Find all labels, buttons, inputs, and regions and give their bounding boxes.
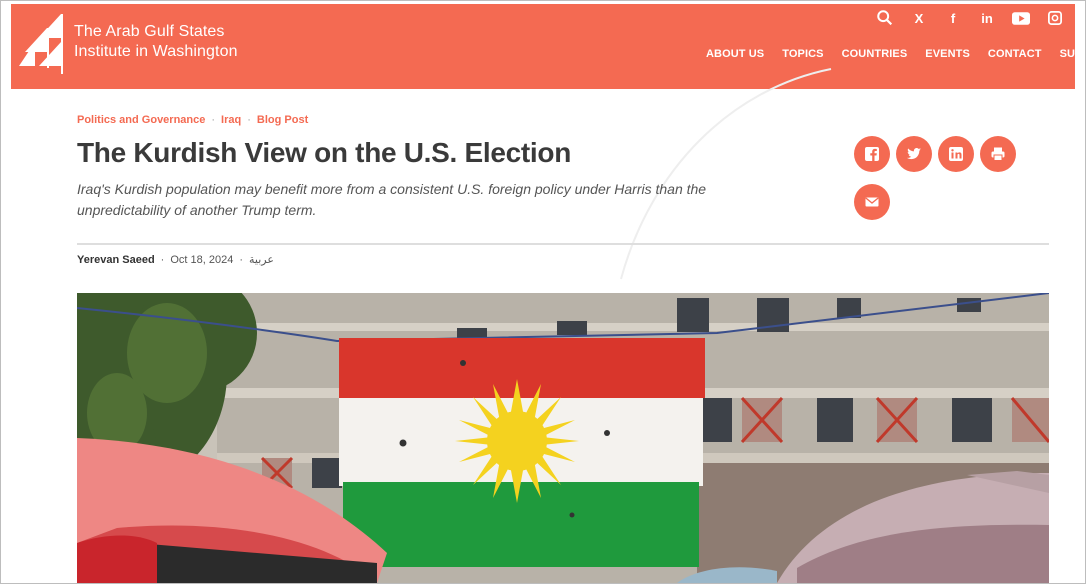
sail-logo-icon[interactable]	[17, 10, 71, 80]
author-link[interactable]: Yerevan Saeed	[77, 254, 155, 266]
arabic-language-link[interactable]: عربية	[249, 253, 274, 266]
facebook-glyph: f	[950, 10, 956, 26]
byline-separator: ·	[160, 253, 165, 266]
kurdish-flag-graphic	[339, 338, 705, 567]
linkedin-glyph: in	[981, 10, 993, 26]
breadcrumb-separator: ·	[211, 114, 216, 126]
hero-image	[77, 293, 1049, 583]
instagram-icon[interactable]	[1045, 8, 1065, 28]
byline: Yerevan Saeed · Oct 18, 2024 · عربية	[77, 253, 274, 267]
x-glyph: X	[914, 10, 924, 26]
site-name[interactable]: The Arab Gulf States Institute in Washin…	[74, 22, 238, 62]
x-icon[interactable]: X	[909, 8, 929, 28]
site-name-line1: The Arab Gulf States	[74, 23, 225, 40]
linkedin-share-icon	[949, 147, 963, 161]
browser-frame: The Arab Gulf States Institute in Washin…	[0, 0, 1086, 584]
publish-date: Oct 18, 2024	[170, 253, 234, 266]
facebook-share-icon	[865, 147, 879, 162]
twitter-share-icon	[907, 148, 921, 160]
social-icons: X f in	[875, 8, 1065, 28]
email-share-button[interactable]	[854, 184, 890, 220]
breadcrumb: Politics and Governance · Iraq · Blog Po…	[77, 114, 308, 126]
youtube-icon[interactable]	[1011, 8, 1031, 28]
print-icon	[991, 147, 1005, 161]
search-icon[interactable]	[875, 8, 895, 28]
breadcrumb-separator: ·	[247, 114, 251, 126]
facebook-icon[interactable]: f	[943, 8, 963, 28]
divider	[77, 243, 1049, 245]
facebook-share-button[interactable]	[854, 136, 890, 172]
article-subtitle: Iraq's Kurdish population may benefit mo…	[77, 181, 707, 218]
breadcrumb-politics[interactable]: Politics and Governance	[77, 114, 205, 126]
page-title: The Kurdish View on the U.S. Election	[77, 137, 572, 168]
linkedin-share-button[interactable]	[938, 136, 974, 172]
twitter-share-button[interactable]	[896, 136, 932, 172]
print-button[interactable]	[980, 136, 1016, 172]
breadcrumb-iraq[interactable]: Iraq	[221, 114, 241, 126]
breadcrumb-blog-post[interactable]: Blog Post	[257, 114, 308, 126]
linkedin-icon[interactable]: in	[977, 8, 997, 28]
site-name-line2: Institute in Washington	[74, 43, 238, 60]
byline-separator: ·	[239, 253, 244, 266]
hero-photo-illustration	[77, 293, 1049, 583]
email-icon	[865, 197, 879, 207]
article-content: Politics and Governance · Iraq · Blog Po…	[11, 68, 1075, 583]
nav-support[interactable]: SUPP	[1060, 48, 1085, 60]
share-buttons	[854, 136, 1034, 226]
